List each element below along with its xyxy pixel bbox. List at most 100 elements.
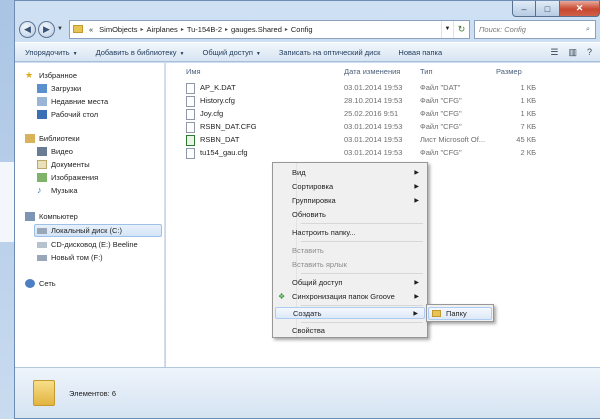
breadcrumb-tu154[interactable]: Tu-154B-2 (184, 25, 225, 34)
command-bar: Упорядочить ▼ Добавить в библиотеку ▼ Общи… (15, 42, 600, 62)
sidebar-item-cd-drive[interactable]: CD-дисковод (E:) Beeline (37, 240, 138, 249)
sidebar-item-downloads[interactable]: Загрузки (37, 84, 81, 93)
recent-places-icon (37, 97, 47, 106)
menu-item-create[interactable]: Создать ▶ (275, 307, 425, 319)
submenu-arrow-icon: ▶ (414, 197, 419, 204)
sidebar-item-music[interactable]: ♪ Музыка (37, 186, 78, 196)
video-icon (37, 147, 47, 156)
address-dropdown-icon[interactable]: ▼ (441, 20, 453, 38)
sidebar-label: Изображения (51, 173, 99, 182)
new-folder-button[interactable]: Новая папка (398, 48, 442, 57)
file-name: RSBN_DAT.CFG (200, 122, 257, 131)
sidebar-item-favorites[interactable]: ★ Избранное (25, 70, 78, 81)
add-to-library-button[interactable]: Добавить в библиотеку ▼ (96, 48, 185, 57)
close-button[interactable]: ✕ (560, 1, 600, 17)
menu-item-customize[interactable]: Настроить папку... (275, 226, 425, 238)
chevron-down-icon: ▼ (72, 50, 78, 57)
sidebar-label: Видео (51, 147, 73, 156)
chevron-down-icon: ▼ (179, 50, 185, 57)
menu-item-refresh[interactable]: Обновить (275, 208, 425, 220)
desktop-background (0, 0, 14, 419)
file-row[interactable]: RSBN_DAT.CFG 03.01.2014 19:53 Файл "CFG"… (166, 122, 600, 134)
sidebar-label: Недавние места (51, 97, 109, 106)
navigation-pane: ★ Избранное Загрузки Недавние места Рабоч… (15, 63, 165, 368)
sidebar-item-desktop[interactable]: Рабочий стол (37, 110, 98, 119)
menu-label: Синхронизация папок Groove (292, 291, 395, 301)
submenu-arrow-icon: ▶ (414, 279, 419, 286)
file-row[interactable]: RSBN_DAT 03.01.2014 19:53 Лист Microsoft… (166, 135, 600, 147)
menu-item-view[interactable]: Вид ▶ (275, 166, 425, 178)
file-name: AP_K.DAT (200, 83, 236, 92)
sidebar-item-new-volume[interactable]: Новый том (F:) (37, 253, 103, 262)
file-row[interactable]: tu154_gau.cfg 03.01.2014 19:53 Файл "CFG… (166, 148, 600, 160)
sidebar-item-computer[interactable]: Компьютер (25, 212, 78, 221)
sidebar-label: Избранное (39, 71, 78, 80)
breadcrumb-simobjects[interactable]: SimObjects (96, 25, 140, 34)
view-options-icon[interactable]: ☰ (550, 47, 558, 58)
sidebar-item-recent[interactable]: Недавние места (37, 97, 108, 106)
file-size: 1 КБ (520, 96, 536, 105)
menu-separator (301, 322, 423, 323)
menu-item-group[interactable]: Группировка ▶ (275, 194, 425, 206)
forward-button[interactable]: ▶ (38, 20, 55, 38)
burn-button[interactable]: Записать на оптический диск (279, 48, 381, 57)
menu-item-sort[interactable]: Сортировка ▶ (275, 180, 425, 192)
chevron-down-icon: ▼ (255, 50, 261, 57)
file-name: RSBN_DAT (200, 135, 240, 144)
preview-pane-icon[interactable]: ▥ (568, 47, 577, 58)
file-date: 03.01.2014 19:53 (344, 135, 403, 144)
menu-label: Папку (446, 309, 467, 318)
breadcrumb-overflow[interactable]: « (86, 25, 96, 34)
column-header-name[interactable]: Имя (186, 67, 201, 76)
column-header-size[interactable]: Размер (496, 67, 522, 76)
organize-label: Упорядочить (25, 47, 70, 57)
menu-item-properties[interactable]: Свойства (275, 324, 425, 336)
menu-item-new-folder[interactable]: Папку (428, 307, 492, 320)
sidebar-item-libraries[interactable]: Библиотеки (25, 134, 80, 143)
file-row[interactable]: AP_K.DAT 03.01.2014 19:53 Файл "DAT" 1 К… (166, 83, 600, 95)
minimize-button[interactable]: – (512, 1, 536, 17)
file-size: 1 КБ (520, 109, 536, 118)
breadcrumb-airplanes[interactable]: Airplanes (144, 25, 181, 34)
breadcrumb-gauges[interactable]: gauges.Shared (228, 25, 285, 34)
folder-icon (33, 380, 55, 406)
column-header-type[interactable]: Тип (420, 67, 433, 76)
file-row[interactable]: Joy.cfg 25.02.2016 9:51 Файл "CFG" 1 КБ (166, 109, 600, 121)
file-icon (186, 83, 195, 94)
menu-item-groove-sync[interactable]: ❖ Синхронизация папок Groove ▶ (275, 290, 425, 302)
sidebar-item-documents[interactable]: Документы (37, 160, 90, 169)
file-icon (186, 96, 195, 107)
menu-item-share[interactable]: Общий доступ ▶ (275, 276, 425, 288)
organize-button[interactable]: Упорядочить ▼ (25, 48, 78, 57)
recent-pages-dropdown[interactable]: ▼ (57, 26, 65, 32)
folder-icon (432, 310, 441, 317)
maximize-button[interactable]: □ (536, 1, 560, 17)
menu-label: Общий доступ (292, 277, 343, 287)
column-header-date[interactable]: Дата изменения (344, 67, 400, 76)
menu-separator (301, 223, 423, 224)
share-label: Общий доступ (202, 47, 253, 57)
breadcrumb-config[interactable]: Config (288, 25, 316, 34)
search-input[interactable]: Поиск: Config ⌕ (474, 19, 596, 39)
file-date: 25.02.2016 9:51 (344, 109, 399, 118)
menu-item-paste[interactable]: Вставить (275, 244, 425, 256)
file-row[interactable]: History.cfg 28.10.2014 19:53 Файл "CFG" … (166, 96, 600, 108)
cd-drive-icon (37, 241, 47, 248)
back-button[interactable]: ◀ (19, 20, 36, 38)
sidebar-item-local-disk[interactable]: Локальный диск (C:) (34, 224, 162, 237)
file-icon (186, 148, 195, 159)
help-icon[interactable]: ? (587, 47, 592, 58)
sidebar-item-pictures[interactable]: Изображения (37, 173, 98, 182)
refresh-icon[interactable]: ↻ (453, 20, 469, 38)
menu-item-paste-shortcut[interactable]: Вставить ярлык (275, 258, 425, 270)
share-button[interactable]: Общий доступ ▼ (203, 48, 261, 57)
sidebar-label: Загрузки (51, 84, 82, 93)
star-icon: ★ (25, 70, 34, 80)
file-type: Файл "CFG" (420, 109, 462, 118)
address-bar[interactable]: « SimObjects ▸ Airplanes ▸ Tu-154B-2 ▸ gaug… (69, 19, 470, 39)
sidebar-label: CD-дисковод (E:) Beeline (51, 240, 138, 249)
sidebar-item-network[interactable]: Сеть (25, 279, 56, 288)
sidebar-label: Локальный диск (C:) (51, 226, 122, 235)
sidebar-item-video[interactable]: Видео (37, 147, 73, 156)
documents-icon (37, 160, 47, 169)
